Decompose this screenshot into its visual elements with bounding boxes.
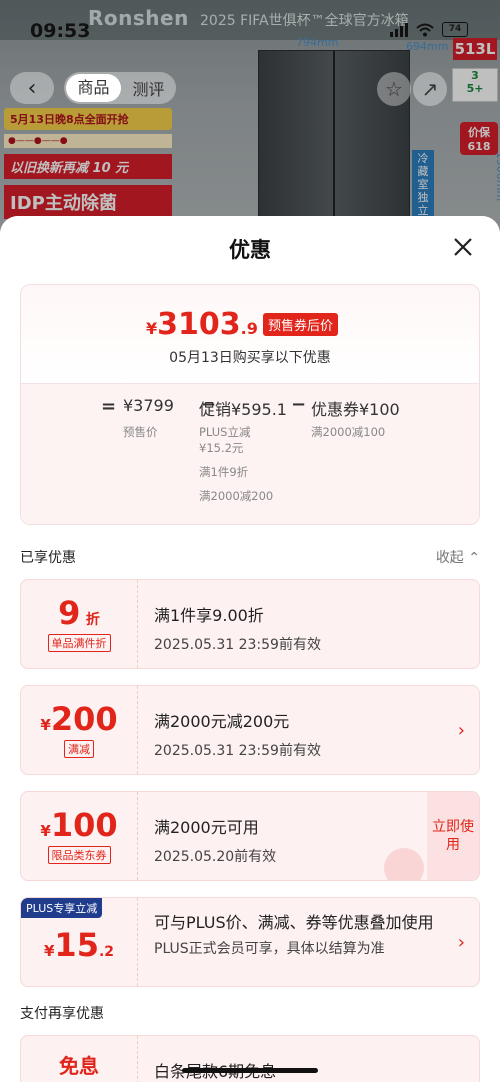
discount-number: 9: [58, 594, 81, 632]
discount-value: 9 折 单品满件折: [21, 580, 138, 668]
collapse-button[interactable]: 收起 ⌃: [436, 547, 480, 567]
payment-section-header: 支付再享优惠: [20, 1003, 480, 1023]
coupon-card[interactable]: ¥100 限品类东券 满2000元可用 2025.05.20前有效 立即使用: [20, 791, 480, 881]
final-price-area: ¥3103.9 预售券后价 05月13日购买享以下优惠: [21, 285, 479, 383]
discount-amount: ¥200: [21, 700, 137, 738]
coupon-item: 满2000减100: [311, 425, 386, 439]
currency-symbol: ¥: [146, 319, 158, 338]
coupon-amount: 优惠券¥100: [311, 400, 400, 419]
promo-item: 满2000减200: [199, 489, 274, 503]
final-price: ¥3103.9: [146, 307, 258, 342]
discount-title: 满2000元减200元: [154, 712, 290, 731]
coupon-type-tag: 限品类东券: [47, 846, 111, 864]
promo-item: 满1件9折: [199, 465, 249, 479]
discount-unit: 折: [85, 612, 100, 628]
sheet-body: ¥3103.9 预售券后价 05月13日购买享以下优惠 = ¥3799 预售价 …: [0, 280, 500, 1082]
payment-label: 支付再享优惠: [20, 1006, 104, 1022]
payment-value: 免息: [21, 1036, 138, 1082]
buy-date-note: 05月13日购买享以下优惠: [169, 350, 331, 366]
status-icons: 74: [390, 22, 468, 37]
presale-price-label: 预售价: [123, 425, 158, 439]
favorite-icon[interactable]: ☆: [377, 72, 411, 106]
coupon-amount: ¥100: [21, 806, 137, 844]
sheet-title: 优惠: [229, 238, 271, 262]
plus-decimal: .2: [98, 944, 115, 960]
final-price-decimal: .9: [240, 319, 258, 338]
discount-amount: 9 折: [21, 594, 137, 632]
final-price-integer: 3103: [157, 307, 241, 342]
tab-review[interactable]: 测评: [121, 76, 176, 100]
chevron-right-icon[interactable]: ›: [458, 932, 465, 953]
enjoyed-section-header: 已享优惠 收起 ⌃: [20, 547, 480, 567]
home-indicator: [182, 1068, 318, 1073]
currency-symbol: ¥: [43, 942, 55, 960]
discount-info: 满2000元减200元 2025.05.31 23:59前有效 ›: [138, 686, 479, 774]
price-breakdown: = ¥3799 预售价 − 促销¥595.1 PLUS立减 ¥15.2元 满1件…: [21, 383, 479, 524]
share-icon[interactable]: ↗: [413, 72, 447, 106]
plus-title: 可与PLUS价、满减、券等优惠叠加使用: [154, 913, 434, 932]
tab-product[interactable]: 商品: [66, 74, 121, 102]
payment-amount: 免息: [21, 1050, 137, 1079]
use-now-button[interactable]: 立即使用: [427, 792, 479, 880]
currency-symbol: ¥: [40, 716, 51, 734]
discount-type-tag: 单品满件折: [47, 634, 111, 652]
price-summary-card: ¥3103.9 预售券后价 05月13日购买享以下优惠 = ¥3799 预售价 …: [20, 284, 480, 525]
discount-value: ¥200 满减: [21, 686, 138, 774]
back-button[interactable]: ‹: [10, 72, 54, 104]
discount-validity: 2025.05.31 23:59前有效: [154, 637, 321, 653]
plus-amount: ¥15.2: [21, 926, 137, 964]
close-icon[interactable]: [450, 234, 476, 260]
signal-icon: [390, 22, 408, 37]
coupon-number: 100: [50, 806, 118, 844]
coupon-info: 满2000元可用 2025.05.20前有效 立即使用: [138, 792, 479, 880]
status-time: 09:53: [30, 20, 91, 42]
wifi-icon: [416, 23, 434, 36]
sheet-header: 优惠: [0, 216, 500, 280]
coupon-value: ¥100 限品类东券: [21, 792, 138, 880]
discount-card[interactable]: 9 折 单品满件折 满1件享9.00折 2025.05.31 23:59前有效: [20, 579, 480, 669]
equals-sign: =: [101, 396, 117, 417]
discount-number: 200: [50, 700, 118, 738]
presale-price-tag: 预售券后价: [263, 313, 339, 336]
discount-type-tag: 满减: [64, 740, 94, 758]
discount-title: 满1件享9.00折: [154, 606, 264, 625]
discount-info: 满1件享9.00折 2025.05.31 23:59前有效: [138, 580, 479, 668]
discount-sheet: 优惠 ¥3103.9 预售券后价 05月13日购买享以下优惠 = ¥3799 预…: [0, 216, 500, 1082]
plus-note: PLUS正式会员可享，具体以结算为准: [154, 941, 385, 957]
discount-card[interactable]: ¥200 满减 满2000元减200元 2025.05.31 23:59前有效 …: [20, 685, 480, 775]
promo-item: ¥15.2元: [199, 441, 244, 455]
plus-discount-card[interactable]: PLUS专享立减 ¥15.2 可与PLUS价、满减、券等优惠叠加使用 PLUS正…: [20, 897, 480, 987]
promo-amount: 促销¥595.1: [199, 400, 287, 419]
presale-price: ¥3799: [123, 396, 174, 415]
payment-number: 免息: [59, 1054, 99, 1078]
promo-item: PLUS立减: [199, 425, 251, 439]
payment-offer-card[interactable]: 免息 白条尾款6期免息: [20, 1035, 480, 1082]
minus-sign: −: [291, 394, 307, 415]
battery-icon: 74: [442, 22, 468, 37]
payment-info: 白条尾款6期免息: [138, 1036, 479, 1082]
discount-validity: 2025.05.31 23:59前有效: [154, 743, 321, 759]
claimed-stamp-icon: [384, 848, 424, 880]
plus-info: 可与PLUS价、满减、券等优惠叠加使用 PLUS正式会员可享，具体以结算为准 ›: [138, 898, 479, 986]
enjoyed-label: 已享优惠: [20, 550, 76, 566]
currency-symbol: ¥: [40, 822, 51, 840]
chevron-right-icon[interactable]: ›: [458, 720, 465, 741]
plus-value: ¥15.2: [21, 898, 138, 986]
plus-number: 15: [54, 926, 99, 964]
product-tabs: 商品 测评: [64, 72, 176, 104]
